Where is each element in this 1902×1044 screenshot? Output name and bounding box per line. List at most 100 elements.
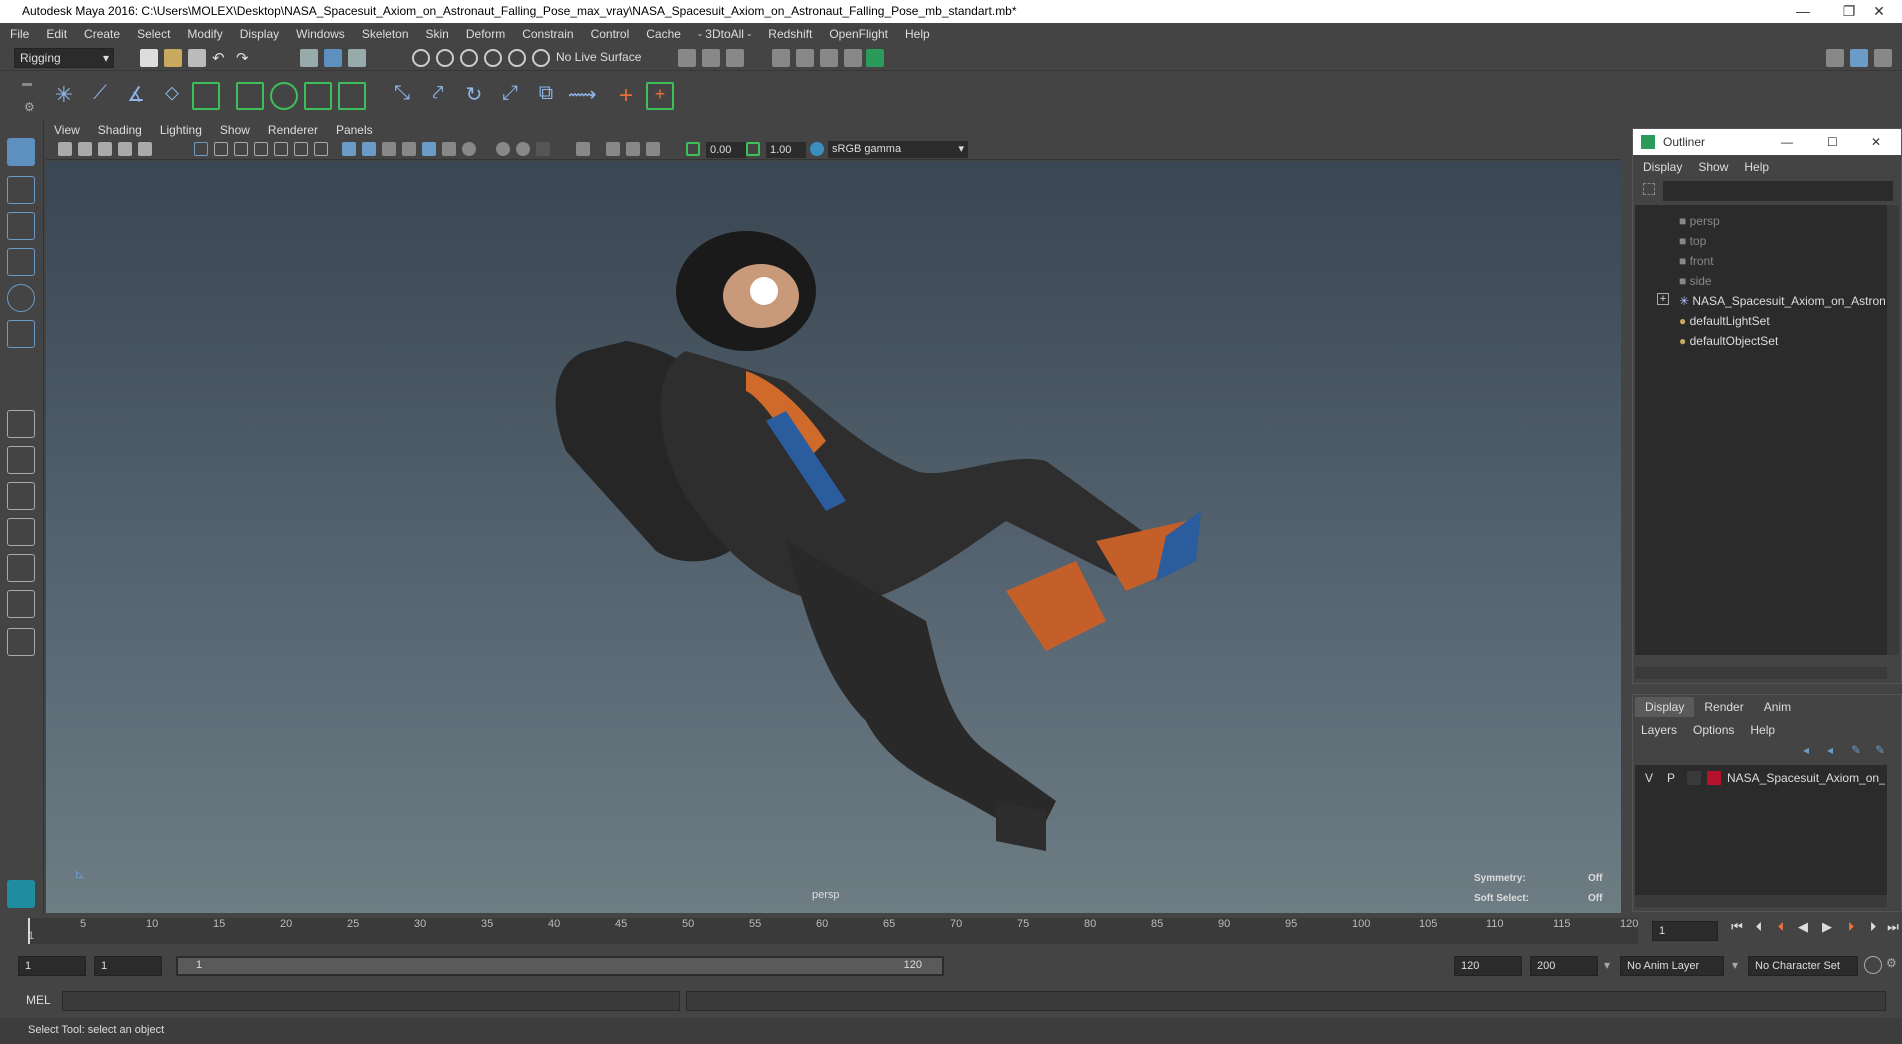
layer-menu-layers[interactable]: Layers bbox=[1641, 723, 1677, 737]
layer-name[interactable]: NASA_Spacesuit_Axiom_on_Astron bbox=[1727, 771, 1885, 785]
snap-curve-icon[interactable] bbox=[436, 49, 454, 67]
snap-point-icon[interactable] bbox=[460, 49, 478, 67]
time-ruler[interactable]: 1 5 10 15 20 25 30 35 40 45 50 55 60 65 … bbox=[28, 918, 1638, 944]
range-handle[interactable]: 1 120 bbox=[178, 958, 942, 974]
menu-deform[interactable]: Deform bbox=[466, 27, 505, 41]
outliner-menu-help[interactable]: Help bbox=[1744, 160, 1769, 174]
expand-icon[interactable]: + bbox=[1657, 293, 1669, 305]
menu-file[interactable]: File bbox=[10, 27, 29, 41]
anti-aliasing-icon[interactable] bbox=[516, 142, 530, 156]
ambient-occlusion-icon[interactable] bbox=[462, 142, 476, 156]
bind-skin-icon[interactable] bbox=[236, 82, 264, 110]
anim-layer-dropdown[interactable]: No Anim Layer bbox=[1620, 956, 1724, 976]
auto-key-icon[interactable] bbox=[1864, 956, 1882, 974]
range-bar[interactable]: 1 120 bbox=[176, 956, 944, 976]
go-to-end-icon[interactable]: ⏭ bbox=[1884, 918, 1902, 936]
layer-horizontal-scrollbar[interactable] bbox=[1635, 895, 1887, 907]
joint-tool-icon[interactable]: ✳ bbox=[50, 82, 78, 110]
snap-vertex-icon[interactable] bbox=[532, 49, 550, 67]
menu-skeleton[interactable]: Skeleton bbox=[362, 27, 409, 41]
four-pane-layout-icon[interactable] bbox=[7, 446, 35, 474]
outliner-vertical-scrollbar[interactable] bbox=[1887, 205, 1899, 655]
menu-control[interactable]: Control bbox=[591, 27, 630, 41]
point-constraint-icon[interactable]: ⤡ bbox=[388, 82, 416, 110]
step-back-icon[interactable]: ⏴ bbox=[1750, 918, 1768, 936]
menu-constrain[interactable]: Constrain bbox=[522, 27, 573, 41]
locator-icon[interactable]: + bbox=[612, 82, 640, 110]
shelf-tabs-icon[interactable]: ▬ bbox=[22, 78, 32, 89]
hypershade-icon[interactable] bbox=[866, 49, 884, 67]
exposure-icon[interactable] bbox=[686, 142, 700, 156]
ipr-render-icon[interactable] bbox=[820, 49, 838, 67]
safe-title-icon[interactable] bbox=[314, 142, 328, 156]
lights-icon[interactable] bbox=[422, 142, 436, 156]
menu-3dtoall[interactable]: - 3DtoAll - bbox=[698, 27, 751, 41]
table-row[interactable]: V P NASA_Spacesuit_Axiom_on_Astron bbox=[1635, 769, 1887, 789]
interactive-bind-icon[interactable] bbox=[270, 82, 298, 110]
hypershade-layout-icon[interactable] bbox=[7, 590, 35, 618]
perspective-viewport[interactable]: ⊾ persp Symmetry: Off Soft Select: Off bbox=[46, 161, 1621, 913]
panel-menu-lighting[interactable]: Lighting bbox=[160, 123, 202, 137]
preferences-icon[interactable]: ⚙ bbox=[1886, 956, 1897, 970]
redo-icon[interactable]: ↷ bbox=[236, 49, 254, 67]
scale-constraint-icon[interactable]: ⤢ bbox=[496, 82, 524, 110]
panel-menu-renderer[interactable]: Renderer bbox=[268, 123, 318, 137]
new-layer-icon[interactable]: ✎ bbox=[1851, 743, 1861, 757]
chevron-down-icon[interactable]: ▾ bbox=[1604, 958, 1610, 972]
current-frame-field[interactable]: 1 bbox=[1652, 921, 1718, 941]
panel-menu-panels[interactable]: Panels bbox=[336, 123, 373, 137]
step-back-key-icon[interactable]: ⏴ bbox=[1772, 918, 1790, 936]
snap-grid-icon[interactable] bbox=[412, 49, 430, 67]
paint-select-icon[interactable] bbox=[7, 212, 35, 240]
layer-playback-toggle[interactable]: P bbox=[1667, 771, 1675, 785]
animation-end-field[interactable]: 200 bbox=[1530, 956, 1598, 976]
menu-redshift[interactable]: Redshift bbox=[768, 27, 812, 41]
panel-menu-shading[interactable]: Shading bbox=[98, 123, 142, 137]
orient-constraint-icon[interactable]: ↻ bbox=[460, 82, 488, 110]
persp-outliner-layout-icon[interactable] bbox=[7, 518, 35, 546]
outliner-menu-display[interactable]: Display bbox=[1643, 160, 1682, 174]
tab-anim[interactable]: Anim bbox=[1754, 697, 1801, 717]
snap-view-icon[interactable] bbox=[484, 49, 502, 67]
filter-icon[interactable] bbox=[1643, 183, 1655, 195]
close-button[interactable]: ✕ bbox=[1856, 0, 1902, 23]
select-tool-icon[interactable] bbox=[7, 138, 35, 166]
list-item[interactable]: ■ persp bbox=[1679, 211, 1720, 231]
menu-display[interactable]: Display bbox=[240, 27, 279, 41]
gamma-field[interactable]: 1.00 bbox=[766, 142, 806, 158]
camera-select-icon[interactable] bbox=[58, 142, 72, 156]
save-scene-icon[interactable] bbox=[188, 49, 206, 67]
lattice-icon[interactable] bbox=[304, 82, 332, 110]
input-ops-icon[interactable] bbox=[678, 49, 696, 67]
gate-mask-icon[interactable] bbox=[254, 142, 268, 156]
move-tool-icon[interactable] bbox=[7, 248, 35, 276]
field-chart-icon[interactable] bbox=[274, 142, 288, 156]
exposure-field[interactable]: 0.00 bbox=[706, 142, 746, 158]
film-gate-icon[interactable] bbox=[214, 142, 228, 156]
scale-tool-icon[interactable] bbox=[7, 320, 35, 348]
pole-vector-icon[interactable]: ⟿ bbox=[568, 82, 597, 110]
menuset-dropdown[interactable]: Rigging ▾ bbox=[14, 48, 114, 68]
open-scene-icon[interactable] bbox=[164, 49, 182, 67]
single-pane-layout-icon[interactable] bbox=[7, 410, 35, 438]
list-item[interactable]: ■ top bbox=[1679, 231, 1706, 251]
rotate-tool-icon[interactable] bbox=[7, 284, 35, 312]
cluster-icon[interactable] bbox=[338, 82, 366, 110]
menu-edit[interactable]: Edit bbox=[46, 27, 67, 41]
image-plane-icon[interactable] bbox=[118, 142, 132, 156]
menu-modify[interactable]: Modify bbox=[187, 27, 222, 41]
undo-icon[interactable]: ↶ bbox=[212, 49, 230, 67]
new-scene-icon[interactable] bbox=[140, 49, 158, 67]
menu-openflight[interactable]: OpenFlight bbox=[829, 27, 888, 41]
rig-helper-icon[interactable]: + bbox=[646, 82, 674, 110]
ik-spline-icon[interactable]: ∡ bbox=[122, 82, 150, 110]
tab-display[interactable]: Display bbox=[1635, 697, 1695, 717]
persp-graph-layout-icon[interactable] bbox=[7, 554, 35, 582]
render-frame-icon[interactable] bbox=[796, 49, 814, 67]
custom-layout-icon[interactable] bbox=[7, 628, 35, 656]
gear-icon[interactable]: ⚙ bbox=[24, 100, 35, 114]
layer-menu-help[interactable]: Help bbox=[1750, 723, 1775, 737]
output-ops-icon[interactable] bbox=[702, 49, 720, 67]
go-to-start-icon[interactable]: ⏮ bbox=[1728, 918, 1746, 936]
step-forward-key-icon[interactable]: ⏵ bbox=[1842, 918, 1860, 936]
